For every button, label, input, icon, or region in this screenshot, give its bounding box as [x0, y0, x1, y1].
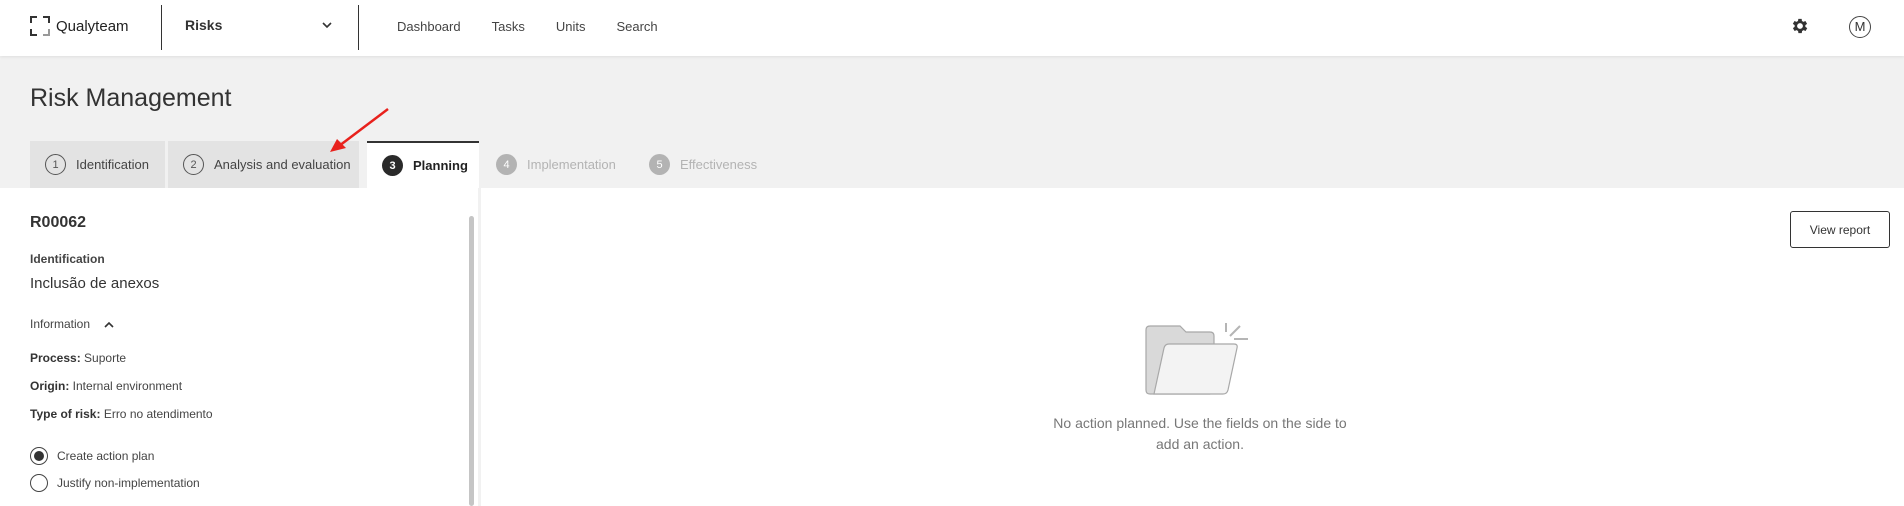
tab-effectiveness[interactable]: 5 Effectiveness — [649, 141, 779, 188]
identification-value: Inclusão de anexos — [30, 275, 160, 292]
identification-label: Identification — [30, 252, 105, 266]
radio-label: Create action plan — [57, 449, 155, 463]
origin-label: Origin: — [30, 379, 70, 393]
nav-dashboard[interactable]: Dashboard — [397, 19, 461, 34]
step-number: 3 — [382, 155, 403, 176]
module-select[interactable]: Risks — [185, 17, 335, 39]
gear-icon[interactable] — [1790, 16, 1810, 36]
empty-state-message: No action planned. Use the fields on the… — [1030, 413, 1370, 455]
app-logo[interactable]: Qualyteam — [30, 16, 129, 36]
origin-value: Internal environment — [72, 379, 183, 393]
scrollbar[interactable] — [469, 216, 474, 506]
type-of-risk-label: Type of risk: — [30, 407, 101, 421]
step-label: Analysis and evaluation — [214, 157, 351, 172]
information-label: Information — [30, 317, 91, 331]
empty-folder-icon — [1145, 323, 1248, 395]
type-of-risk-row: Type of risk: Erro no atendimento — [30, 407, 213, 421]
tab-implementation[interactable]: 4 Implementation — [496, 141, 626, 188]
step-number: 2 — [183, 154, 204, 175]
create-action-plan-radio[interactable]: Create action plan — [30, 447, 154, 465]
risk-id: R00062 — [30, 214, 87, 231]
step-label: Planning — [413, 158, 468, 173]
avatar[interactable]: M — [1849, 16, 1871, 38]
step-label: Effectiveness — [680, 157, 758, 172]
step-label: Identification — [76, 157, 149, 172]
chevron-up-icon — [104, 321, 114, 328]
module-select-value: Risks — [185, 17, 223, 33]
process-row: Process: Suporte — [30, 351, 126, 365]
app-name: Qualyteam — [56, 17, 129, 35]
information-toggle[interactable]: Information — [30, 317, 115, 331]
nav-tasks[interactable]: Tasks — [492, 19, 525, 34]
origin-row: Origin: Internal environment — [30, 379, 182, 393]
radio-label: Justify non-implementation — [57, 476, 200, 490]
step-label: Implementation — [527, 157, 616, 172]
step-number: 5 — [649, 154, 670, 175]
process-label: Process: — [30, 351, 81, 365]
empty-state-line-1: No action planned. Use the fields on the… — [1053, 415, 1347, 431]
nav-units[interactable]: Units — [556, 19, 586, 34]
logo-icon — [30, 16, 50, 36]
chevron-down-icon — [322, 22, 332, 29]
justify-non-implementation-radio[interactable]: Justify non-implementation — [30, 474, 200, 492]
top-bar: Qualyteam Risks Dashboard Tasks Units Se… — [0, 0, 1904, 56]
process-value: Suporte — [84, 351, 127, 365]
annotation-arrow — [330, 108, 389, 152]
nav-search[interactable]: Search — [616, 19, 657, 34]
type-of-risk-value: Erro no atendimento — [103, 407, 213, 421]
tab-identification[interactable]: 1 Identification — [30, 141, 165, 188]
divider — [161, 5, 162, 50]
view-report-button[interactable]: View report — [1790, 211, 1890, 248]
radio-circle — [30, 474, 48, 492]
divider — [358, 5, 359, 50]
main-nav: Dashboard Tasks Units Search — [397, 19, 658, 34]
step-number: 4 — [496, 154, 517, 175]
radio-circle — [30, 447, 48, 465]
page-title: Risk Management — [30, 84, 232, 112]
empty-state-line-2: add an action. — [1156, 436, 1244, 452]
step-number: 1 — [45, 154, 66, 175]
